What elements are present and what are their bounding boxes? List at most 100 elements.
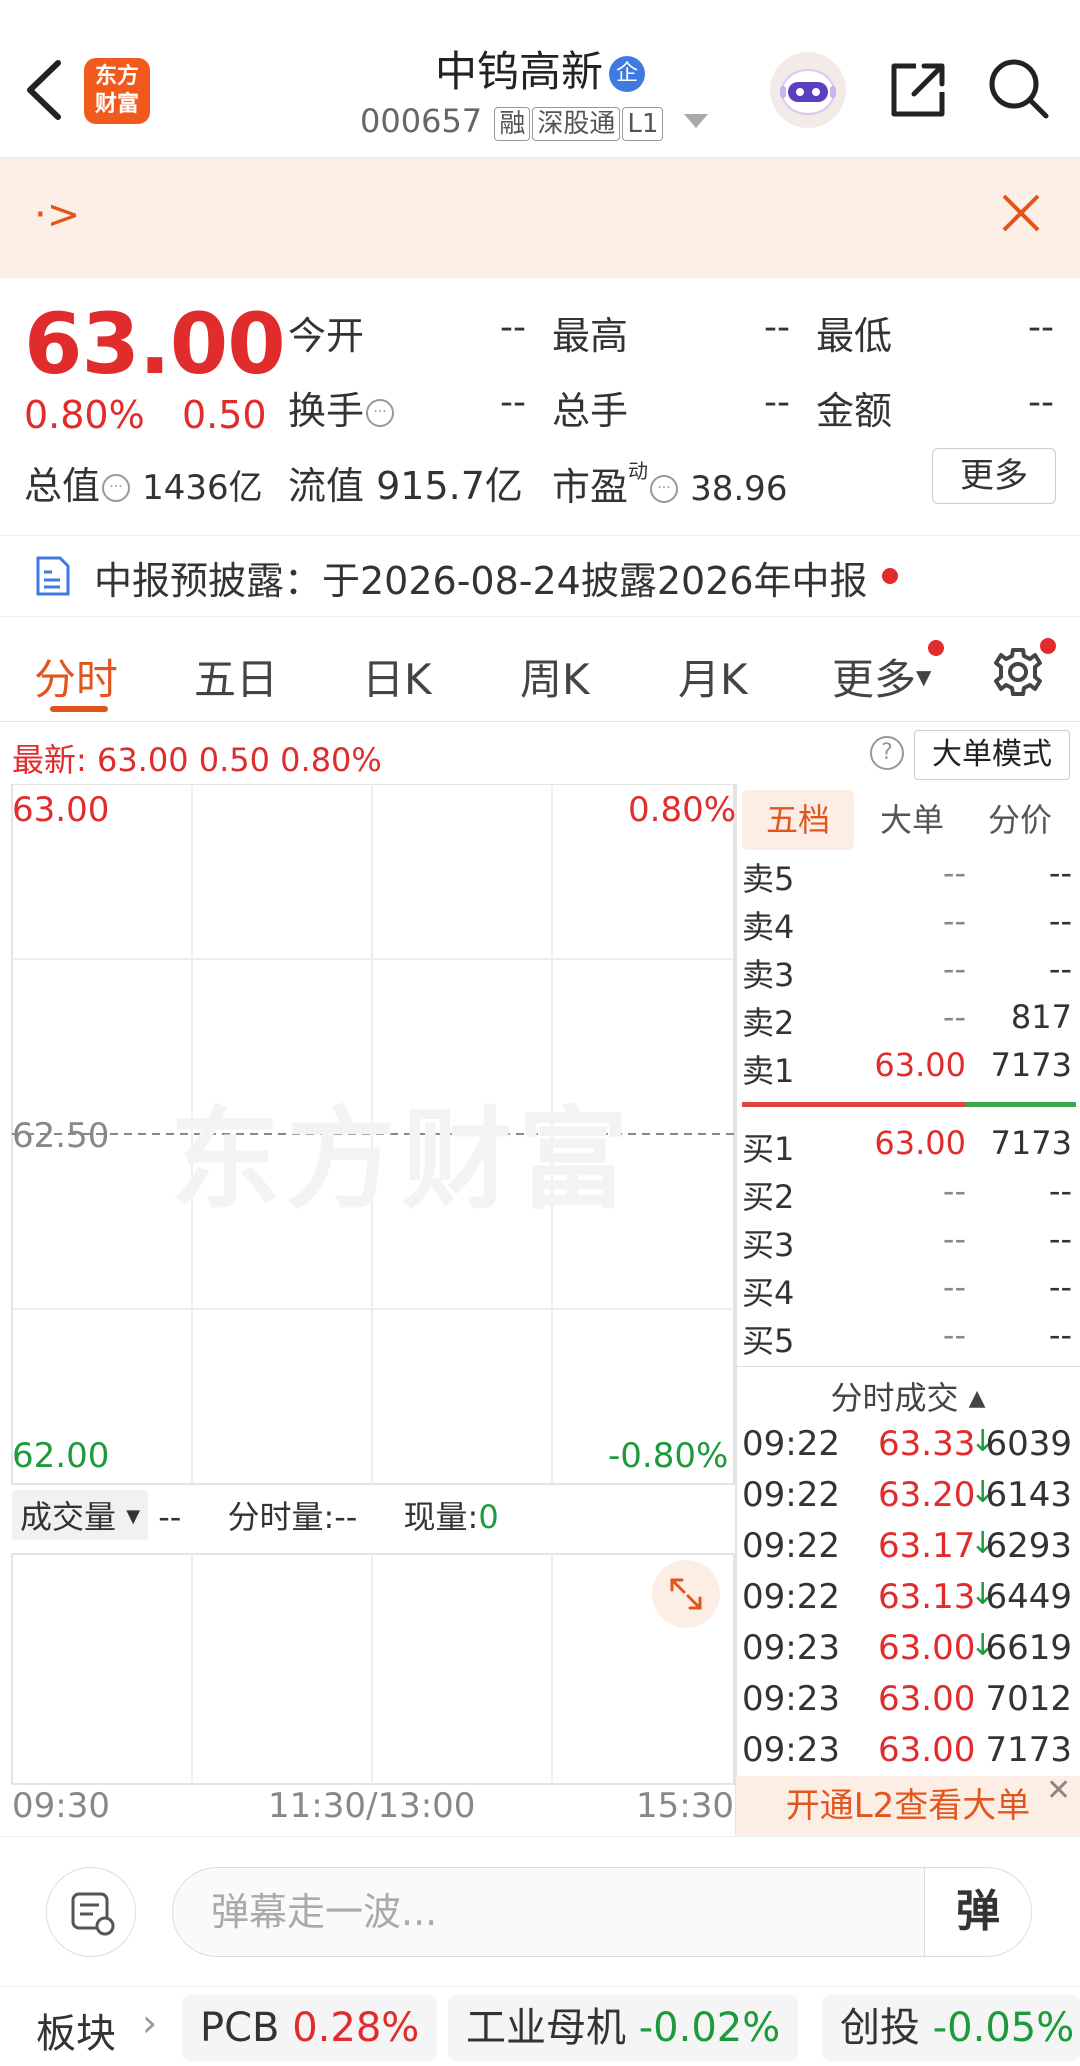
ask-label: 卖5 [742, 860, 795, 898]
current-volume-value: 0 [478, 1498, 499, 1536]
bid-label: 买4 [742, 1274, 795, 1312]
tick-price: 63.17 [878, 1526, 976, 1566]
x-tick-open: 09:30 [12, 1786, 110, 1826]
sector-label[interactable]: 板块 [36, 2001, 116, 2059]
volume-indicator-bar: 成交量 ▼ -- 分时量:-- 现量:0 [12, 1490, 499, 1540]
help-icon[interactable]: ? [870, 736, 904, 770]
tab-more-dot [928, 640, 944, 656]
comment-bar: 弹幕走一波... 弹 [0, 1836, 1080, 1986]
tick-trades-header[interactable]: 分时成交 ▲ [736, 1366, 1080, 1419]
share-button[interactable] [886, 56, 952, 122]
float-value: 915.7亿 [376, 464, 523, 508]
ask-price: -- [942, 854, 966, 892]
bid-row: 买3 -- -- [742, 1220, 1076, 1268]
l2-close-icon[interactable]: ✕ [1046, 1776, 1076, 1806]
banner-arrow-icon: ·> [34, 192, 81, 238]
dropdown-triangle-icon: ▼ [916, 665, 932, 689]
tab-more[interactable]: 更多▼ [832, 646, 931, 707]
tab-month-k[interactable]: 月K [678, 646, 748, 707]
turnover-rate-label: 换手 ··· [288, 380, 395, 435]
stock-code-line[interactable]: 000657 融深股通 L1 [360, 102, 708, 141]
bid-price: -- [942, 1220, 966, 1258]
top-header: 东方 财富 中钨高新企 000657 融深股通 L1 [0, 0, 1080, 158]
danmaku-settings-button[interactable] [46, 1867, 136, 1957]
high-label: 最高 [552, 314, 629, 358]
high-value: -- [764, 307, 790, 348]
big-order-mode-button[interactable]: 大单模式 [914, 730, 1070, 780]
intraday-chart[interactable] [0, 784, 736, 1836]
ask-label: 卖2 [742, 1004, 795, 1042]
bid-label: 买5 [742, 1322, 795, 1360]
ai-assistant-avatar[interactable] [770, 52, 846, 128]
tick-row: 09:23 63.00 7173 [742, 1730, 1076, 1780]
tick-volume: 6449 [985, 1577, 1072, 1617]
bid-volume: -- [1048, 1220, 1072, 1258]
sector-chip[interactable]: 创投 -0.05% [822, 1995, 1080, 2061]
search-icon [989, 59, 1049, 119]
bid-volume: -- [1048, 1316, 1072, 1354]
banner-close-button[interactable] [996, 188, 1046, 251]
total-value-row: 总值 ··· 1436亿 [24, 455, 263, 510]
tab-price-dist[interactable]: 分价 [970, 790, 1070, 850]
chevron-right-icon[interactable]: › [142, 2001, 157, 2045]
danmaku-send-button[interactable]: 弹 [924, 1867, 1032, 1957]
latest-quote-line: 最新: 63.00 0.50 0.80% [12, 741, 382, 779]
report-notice[interactable]: 中报预披露：于2026-08-24披露2026年中报 [0, 535, 1080, 617]
notice-banner[interactable]: ·> [0, 158, 1080, 278]
report-text: 中报预披露：于2026-08-24披露2026年中报 [94, 559, 868, 603]
x-tick-mid: 11:30/13:00 [268, 1786, 476, 1826]
tab-day-k[interactable]: 日K [362, 646, 432, 707]
total-value: 1436亿 [142, 468, 263, 508]
amount-value: -- [1028, 382, 1054, 423]
tick-volume: 6619 [985, 1628, 1072, 1668]
tab-intraday[interactable]: 分时 [34, 646, 118, 707]
ask-price: -- [942, 950, 966, 988]
info-icon[interactable]: ··· [650, 475, 679, 503]
margin-tag: 融 [494, 107, 531, 141]
tick-time: 09:23 [742, 1730, 840, 1770]
volume-value: -- [158, 1498, 182, 1536]
ask-volume: -- [1048, 854, 1072, 892]
float-value-label: 流值 [288, 464, 365, 508]
tab-five-levels[interactable]: 五档 [742, 790, 854, 850]
volume-indicator-select[interactable]: 成交量 ▼ [12, 1490, 149, 1540]
ask-row: 卖5 -- -- [742, 854, 1076, 902]
bid-label: 买3 [742, 1226, 795, 1264]
tick-time: 09:22 [742, 1424, 840, 1464]
period-volume: 分时量:-- [227, 1498, 358, 1536]
change-amount: 0.50 [182, 393, 267, 437]
sector-name: 创投 [840, 2005, 920, 2051]
settings-button[interactable] [990, 644, 1046, 704]
tab-week-k[interactable]: 周K [520, 646, 590, 707]
ask-row: 卖4 -- -- [742, 902, 1076, 950]
total-value-label: 总值 [24, 464, 101, 508]
y-right-tick-top: 0.80% [628, 790, 737, 830]
danmaku-input[interactable]: 弹幕走一波... [172, 1867, 924, 1957]
search-button[interactable] [986, 56, 1052, 122]
tick-row: 09:22 63.33 ↓ 6039 [742, 1424, 1076, 1474]
sector-chip[interactable]: 工业母机 -0.02% [448, 1995, 799, 2061]
bid-volume: -- [1048, 1268, 1072, 1306]
tick-row: 09:23 63.00 ↓ 6619 [742, 1628, 1076, 1678]
ask-volume: -- [1048, 950, 1072, 988]
info-icon[interactable]: ··· [366, 399, 395, 427]
volume-value: -- [764, 382, 790, 423]
expand-chart-button[interactable] [652, 1560, 720, 1628]
y-tick-mid: 62.50 [12, 1116, 110, 1156]
ask-row: 卖1 63.00 7173 [742, 1046, 1076, 1094]
sector-pct: 0.28% [292, 2005, 420, 2051]
y-tick-top: 63.00 [12, 790, 110, 830]
tab-big-orders[interactable]: 大单 [862, 790, 962, 850]
sector-chip[interactable]: PCB 0.28% [182, 1995, 438, 2061]
bid-price: -- [942, 1268, 966, 1306]
stock-name: 中钨高新 [434, 47, 603, 96]
open-l2-button[interactable]: 开通L2查看大单 [736, 1776, 1080, 1836]
info-icon[interactable]: ··· [102, 474, 131, 502]
tick-row: 09:22 63.17 ↓ 6293 [742, 1526, 1076, 1576]
tick-time: 09:22 [742, 1577, 840, 1617]
tab-five-day[interactable]: 五日 [194, 646, 278, 707]
sector-pct: -0.05% [932, 2005, 1075, 2051]
dropdown-triangle-icon[interactable] [683, 114, 708, 128]
bid-row: 买5 -- -- [742, 1316, 1076, 1364]
more-quote-button[interactable]: 更多 [932, 448, 1056, 504]
